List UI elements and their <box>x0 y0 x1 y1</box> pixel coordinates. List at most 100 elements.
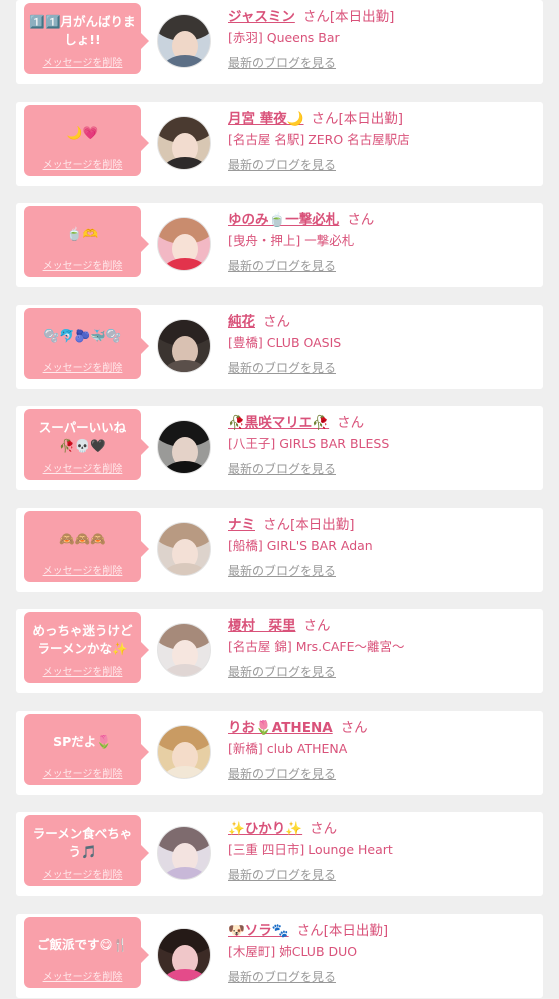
cast-name-line: 純花 さん <box>228 312 537 332</box>
cast-name-link[interactable]: ゆのみ🍵一撃必札 <box>228 212 339 228</box>
avatar-body-shape <box>162 360 208 372</box>
latest-blog-link[interactable]: 最新のブログを見る <box>228 461 336 477</box>
avatar-body-shape <box>162 766 208 778</box>
honorific: さん <box>311 111 339 127</box>
avatar-body-shape <box>162 969 208 981</box>
message-text: スーパーいいね 🥀💀🖤 <box>38 420 127 453</box>
cast-name-line: りお🌷ATHENA さん <box>228 718 537 738</box>
message-card: ご飯派です😋🍴 メッセージを削除 🐶ソラ🐾 さん[本日出勤] [木屋町] 姉CLU… <box>16 914 543 998</box>
avatar[interactable] <box>157 420 211 474</box>
cast-name-link[interactable]: 🐶ソラ🐾 <box>228 923 289 939</box>
avatar-body-shape <box>162 867 208 879</box>
avatar-body-shape <box>162 664 208 676</box>
message-bubble: 🍵🫶 メッセージを削除 <box>24 206 149 277</box>
delete-message-link[interactable]: メッセージを削除 <box>24 156 141 171</box>
shop-name: [三重 四日市] Lounge Heart <box>228 842 393 857</box>
latest-blog-link[interactable]: 最新のブログを見る <box>228 969 336 985</box>
message-bubble: スーパーいいね 🥀💀🖤 メッセージを削除 <box>24 409 149 480</box>
shop-name: [赤羽] Queens Bar <box>228 30 340 45</box>
latest-blog-link[interactable]: 最新のブログを見る <box>228 766 336 782</box>
honorific: さん <box>302 9 330 25</box>
delete-message-link[interactable]: メッセージを削除 <box>24 866 141 881</box>
avatar[interactable] <box>157 116 211 170</box>
shop-name: [新橋] club ATHENA <box>228 741 348 756</box>
cast-info: 榎村 栞里 さん [名古屋 錦] Mrs.CAFE～離宮～ 最新のブログを見る <box>228 616 537 680</box>
cast-name-link[interactable]: ✨ひかり✨ <box>228 821 302 837</box>
cast-name-link[interactable]: 月宮 華夜🌙 <box>228 111 304 127</box>
cast-info: ゆのみ🍵一撃必札 さん [曳舟・押上] 一撃必札 最新のブログを見る <box>228 210 537 274</box>
latest-blog-link[interactable]: 最新のブログを見る <box>228 55 336 71</box>
honorific: さん <box>263 517 290 533</box>
latest-blog-link[interactable]: 最新のブログを見る <box>228 157 336 173</box>
cast-info: 純花 さん [豊橋] CLUB OASIS 最新のブログを見る <box>228 312 537 376</box>
message-text: めっちゃ迷うけど ラーメンかな✨ <box>32 623 133 656</box>
honorific: さん <box>310 821 338 837</box>
honorific: さん <box>296 923 324 939</box>
avatar[interactable] <box>157 319 211 373</box>
avatar[interactable] <box>157 217 211 271</box>
honorific: さん <box>340 720 368 736</box>
latest-blog-link[interactable]: 最新のブログを見る <box>228 258 336 274</box>
message-card: スーパーいいね 🥀💀🖤 メッセージを削除 🥀黒咲マリエ🥀 さん [八王子] GIR… <box>16 406 543 490</box>
delete-message-link[interactable]: メッセージを削除 <box>24 562 141 577</box>
latest-blog-link[interactable]: 最新のブログを見る <box>228 563 336 579</box>
message-bubble: 🌙💗 メッセージを削除 <box>24 105 149 176</box>
cast-name-line: ジャスミン さん[本日出勤] <box>228 7 537 27</box>
avatar-body-shape <box>162 157 208 169</box>
cast-info: ✨ひかり✨ さん [三重 四日市] Lounge Heart 最新のブログを見る <box>228 819 537 883</box>
latest-blog-link[interactable]: 最新のブログを見る <box>228 360 336 376</box>
delete-message-link[interactable]: メッセージを削除 <box>24 765 141 780</box>
message-card: SPだよ🌷 メッセージを削除 りお🌷ATHENA さん [新橋] club ATH… <box>16 711 543 795</box>
cast-name-link[interactable]: 🥀黒咲マリエ🥀 <box>228 415 329 431</box>
cast-name-line: ゆのみ🍵一撃必札 さん <box>228 210 537 230</box>
cast-name-line: 榎村 栞里 さん <box>228 616 537 636</box>
cast-info: ジャスミン さん[本日出勤] [赤羽] Queens Bar 最新のブログを見る <box>228 7 537 71</box>
message-card: 1️⃣1️⃣月がんばりましょ!! メッセージを削除 ジャスミン さん[本日出勤] … <box>16 0 543 84</box>
avatar[interactable] <box>157 928 211 982</box>
attendance-status: [本日出勤] <box>290 517 355 533</box>
avatar-body-shape <box>162 55 208 67</box>
cast-name-link[interactable]: 榎村 栞里 <box>228 618 296 634</box>
delete-message-link[interactable]: メッセージを削除 <box>24 359 141 374</box>
avatar[interactable] <box>157 522 211 576</box>
cast-name-line: 月宮 華夜🌙 さん[本日出勤] <box>228 109 537 129</box>
honorific: さん <box>303 618 331 634</box>
delete-message-link[interactable]: メッセージを削除 <box>24 968 141 983</box>
message-card: 🌙💗 メッセージを削除 月宮 華夜🌙 さん[本日出勤] [名古屋 名駅] ZERO… <box>16 102 543 186</box>
message-bubble: 1️⃣1️⃣月がんばりましょ!! メッセージを削除 <box>24 3 149 74</box>
avatar[interactable] <box>157 725 211 779</box>
message-bubble: ラーメン食べちゃう🎵 メッセージを削除 <box>24 815 149 886</box>
shop-name: [名古屋 名駅] ZERO 名古屋駅店 <box>228 132 410 147</box>
delete-message-link[interactable]: メッセージを削除 <box>24 54 141 69</box>
cast-name-link[interactable]: ナミ <box>228 517 255 533</box>
cast-info: 月宮 華夜🌙 さん[本日出勤] [名古屋 名駅] ZERO 名古屋駅店 最新のブロ… <box>228 109 537 173</box>
avatar-body-shape <box>162 461 208 473</box>
shop-name: [船橋] GIRL'S BAR Adan <box>228 538 373 553</box>
message-bubble: SPだよ🌷 メッセージを削除 <box>24 714 149 785</box>
latest-blog-link[interactable]: 最新のブログを見る <box>228 664 336 680</box>
delete-message-link[interactable]: メッセージを削除 <box>24 663 141 678</box>
honorific: さん <box>337 415 365 431</box>
avatar[interactable] <box>157 14 211 68</box>
message-card: ラーメン食べちゃう🎵 メッセージを削除 ✨ひかり✨ さん [三重 四日市] Lou… <box>16 812 543 896</box>
message-card: めっちゃ迷うけど ラーメンかな✨ メッセージを削除 榎村 栞里 さん [名古屋 錦… <box>16 609 543 693</box>
attendance-status: [本日出勤] <box>338 111 404 127</box>
message-card: 🍵🫶 メッセージを削除 ゆのみ🍵一撃必札 さん [曳舟・押上] 一撃必札 最新のブ… <box>16 203 543 287</box>
delete-message-link[interactable]: メッセージを削除 <box>24 257 141 272</box>
cast-name-line: 🐶ソラ🐾 さん[本日出勤] <box>228 921 537 941</box>
cast-name-link[interactable]: 純花 <box>228 314 255 330</box>
honorific: さん <box>347 212 375 228</box>
delete-message-link[interactable]: メッセージを削除 <box>24 460 141 475</box>
avatar[interactable] <box>157 826 211 880</box>
avatar-body-shape <box>162 563 208 575</box>
latest-blog-link[interactable]: 最新のブログを見る <box>228 867 336 883</box>
message-bubble: 🫧🐬🫐🐳🫧 メッセージを削除 <box>24 308 149 379</box>
message-text: SPだよ🌷 <box>53 734 112 749</box>
avatar[interactable] <box>157 623 211 677</box>
honorific: さん <box>263 314 290 330</box>
message-text: 🙈🙈🙈 <box>59 531 106 546</box>
cast-name-link[interactable]: りお🌷ATHENA <box>228 720 333 736</box>
message-text: 1️⃣1️⃣月がんばりましょ!! <box>29 14 136 47</box>
message-bubble: めっちゃ迷うけど ラーメンかな✨ メッセージを削除 <box>24 612 149 683</box>
cast-name-link[interactable]: ジャスミン <box>228 9 295 25</box>
